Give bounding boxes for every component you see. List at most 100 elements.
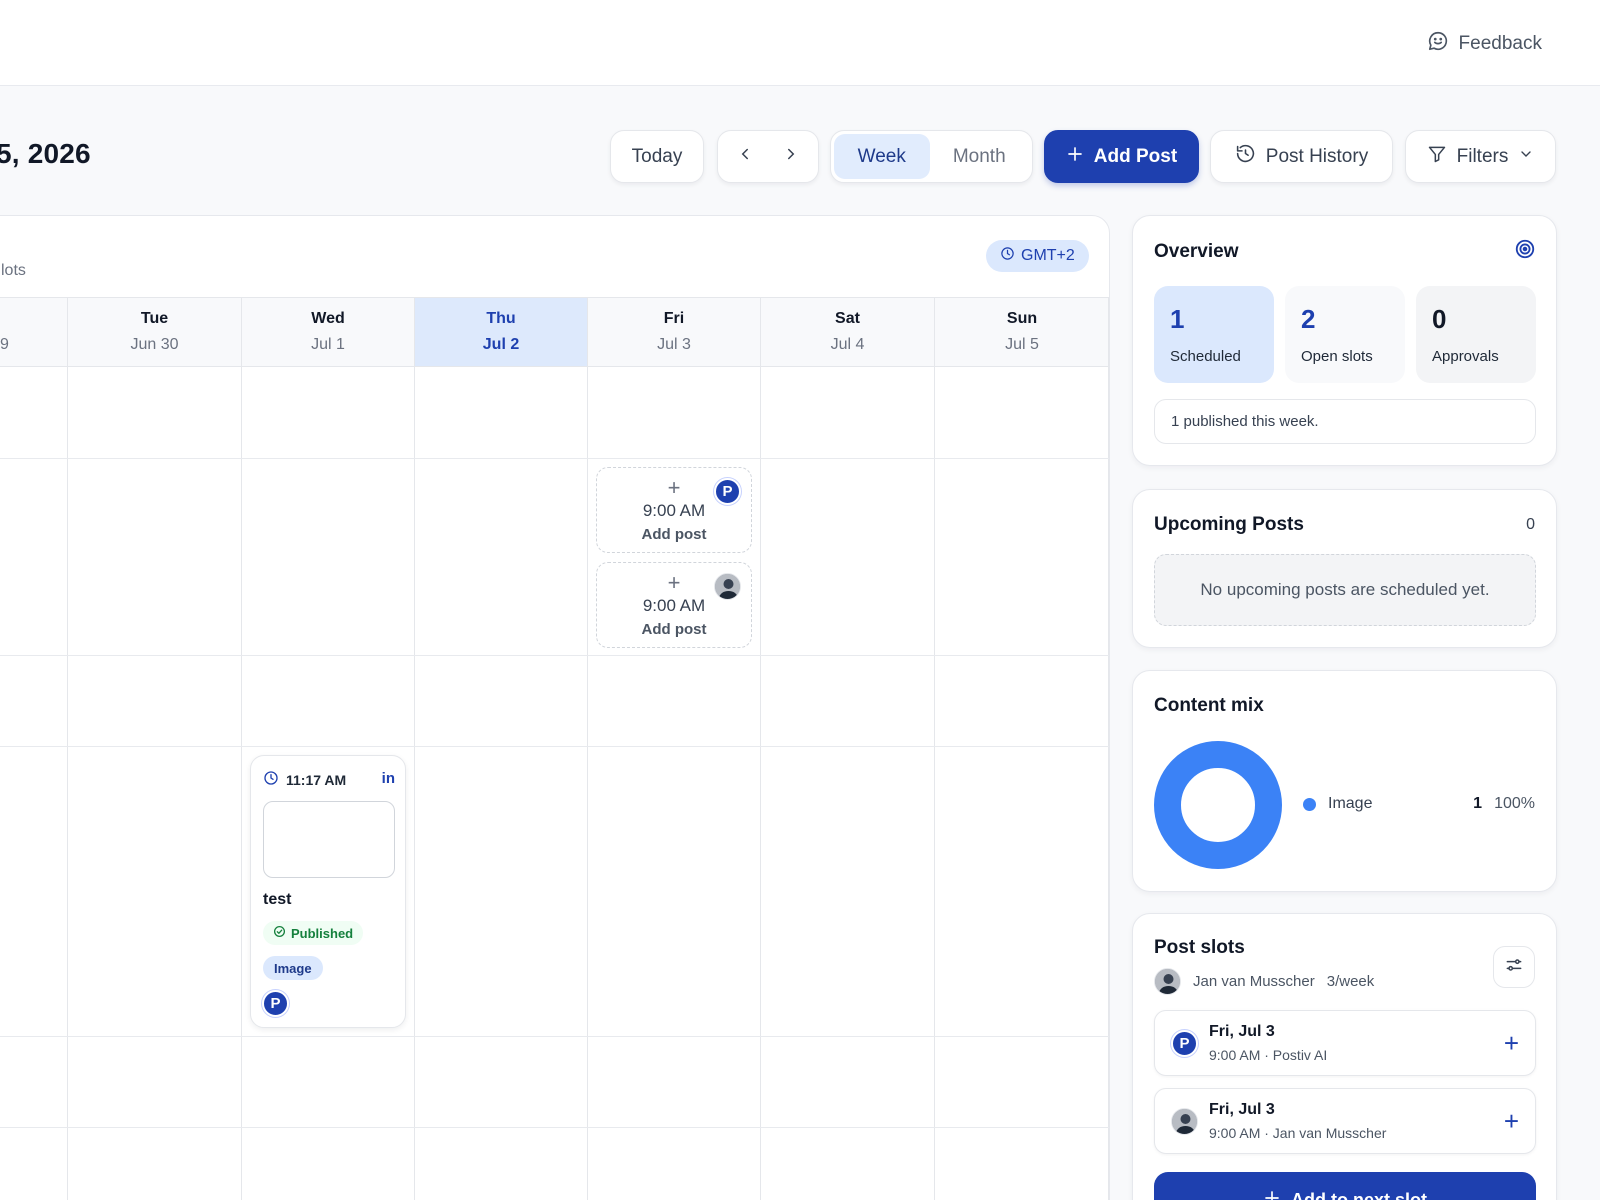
clock-icon xyxy=(263,770,279,789)
feedback-button[interactable]: Feedback xyxy=(1427,30,1542,58)
timezone-badge[interactable]: GMT+2 xyxy=(986,240,1089,272)
day-header-fri: Fri Jul 3 xyxy=(588,297,760,367)
stat-value: 0 xyxy=(1432,304,1447,334)
day-header-sat: Sat Jul 4 xyxy=(761,297,934,367)
add-to-next-slot-button[interactable]: Add to next slot xyxy=(1154,1172,1536,1200)
stat-approvals[interactable]: 0 Approvals xyxy=(1416,286,1536,383)
clock-icon xyxy=(1000,246,1015,266)
grid-line xyxy=(0,1127,1109,1128)
post-thumbnail xyxy=(263,801,395,878)
tab-month[interactable]: Month xyxy=(930,134,1029,179)
content-type-tag: Image xyxy=(263,956,323,980)
day-header-wed: Wed Jul 1 xyxy=(242,297,414,367)
day-date: Jul 4 xyxy=(830,336,865,353)
timezone-label: GMT+2 xyxy=(1021,247,1075,264)
grid-line xyxy=(0,458,1109,459)
grid-line xyxy=(241,297,242,1200)
day-header-tue: Tue Jun 30 xyxy=(68,297,241,367)
donut-slice-image xyxy=(1154,741,1282,869)
stat-value: 2 xyxy=(1301,304,1316,334)
post-time: 11:17 AM xyxy=(263,770,346,789)
add-post-button[interactable]: Add Post xyxy=(1044,130,1199,183)
slot-settings-button[interactable] xyxy=(1493,946,1535,988)
legend-swatch xyxy=(1303,797,1316,811)
plus-icon: + xyxy=(667,474,681,500)
account-avatar: P xyxy=(262,990,289,1017)
plus-icon[interactable]: + xyxy=(1504,1108,1519,1134)
grid-line xyxy=(0,655,1109,656)
post-slot-item[interactable]: Fri, Jul 3 9:00 AM · Jan van Musscher + xyxy=(1154,1088,1536,1154)
chevron-right-icon[interactable] xyxy=(782,145,800,169)
stat-scheduled[interactable]: 1 Scheduled xyxy=(1154,286,1274,383)
legend-count: 1 xyxy=(1473,795,1483,812)
filters-button[interactable]: Filters xyxy=(1405,130,1556,183)
day-name: Tue xyxy=(140,310,169,327)
grid-line xyxy=(1108,297,1109,1200)
plus-icon: + xyxy=(667,569,681,595)
week-navigation xyxy=(717,130,819,183)
legend-item: Image 1 100% xyxy=(1303,795,1535,813)
empty-state: No upcoming posts are scheduled yet. xyxy=(1154,554,1536,626)
legend-percent: 100% xyxy=(1494,795,1535,812)
slots-caption: lots xyxy=(1,262,26,279)
slot-label: Add post xyxy=(641,620,707,638)
grid-line xyxy=(0,746,1109,747)
add-post-label: Add Post xyxy=(1093,145,1178,167)
plus-icon xyxy=(1263,1189,1281,1200)
post-history-label: Post History xyxy=(1265,145,1369,167)
stat-value: 1 xyxy=(1170,304,1185,334)
filters-label: Filters xyxy=(1456,145,1509,167)
filter-icon xyxy=(1427,144,1447,170)
plus-icon[interactable]: + xyxy=(1504,1030,1519,1056)
post-slot-item[interactable]: P Fri, Jul 3 9:00 AM · Postiv AI + xyxy=(1154,1010,1536,1076)
view-toggle: Week Month xyxy=(830,130,1033,183)
upcoming-count: 0 xyxy=(1526,516,1535,533)
overview-title: Overview xyxy=(1154,241,1239,262)
slot-label: Add post xyxy=(641,525,707,543)
target-icon[interactable] xyxy=(1514,238,1536,265)
chevron-left-icon[interactable] xyxy=(736,145,754,169)
stat-open-slots[interactable]: 2 Open slots xyxy=(1285,286,1405,383)
day-name: Thu xyxy=(486,310,516,327)
slot-day: Fri, Jul 3 xyxy=(1209,1023,1275,1040)
slot-day: Fri, Jul 3 xyxy=(1209,1101,1275,1118)
day-date: Jul 1 xyxy=(311,336,345,353)
legend-label: Image xyxy=(1328,795,1373,812)
post-time-label: 11:17 AM xyxy=(286,771,347,788)
user-avatar xyxy=(1154,968,1181,995)
grid-line xyxy=(587,297,588,1200)
account-avatar: P xyxy=(714,478,741,505)
day-name: Sat xyxy=(835,310,860,327)
open-slot[interactable]: + 9:00 AM Add post xyxy=(596,562,752,648)
today-button[interactable]: Today xyxy=(610,130,704,183)
weekly-summary: 1 published this week. xyxy=(1154,399,1536,444)
overview-card: Overview 1 Scheduled 2 Open slots 0 Appr… xyxy=(1132,215,1557,466)
check-circle-icon xyxy=(273,925,286,941)
open-slot[interactable]: + 9:00 AM Add post P xyxy=(596,467,752,553)
content-mix-card: Content mix Image 1 100% xyxy=(1132,670,1557,892)
day-date: Jun 30 xyxy=(130,336,179,353)
post-history-button[interactable]: Post History xyxy=(1210,130,1393,183)
day-name: Wed xyxy=(311,310,345,327)
stat-label: Scheduled xyxy=(1170,348,1241,365)
day-header-sun: Sun Jul 5 xyxy=(935,297,1109,367)
slot-detail: 9:00 AM · Postiv AI xyxy=(1209,1047,1328,1063)
history-icon xyxy=(1235,143,1256,170)
grid-line xyxy=(760,297,761,1200)
grid-line xyxy=(67,297,68,1200)
post-slots-title: Post slots xyxy=(1154,937,1245,958)
user-avatar xyxy=(1171,1108,1198,1135)
day-name: Fri xyxy=(663,310,685,327)
linkedin-icon: in xyxy=(381,770,395,787)
feedback-label: Feedback xyxy=(1458,33,1542,54)
post-title: test xyxy=(263,891,292,908)
upcoming-posts-card: Upcoming Posts 0 No upcoming posts are s… xyxy=(1132,489,1557,648)
tab-week[interactable]: Week xyxy=(834,134,930,179)
day-name: Sun xyxy=(1006,310,1038,327)
post-card[interactable]: 11:17 AM in test Published Image P xyxy=(250,755,406,1028)
user-avatar xyxy=(714,573,741,600)
stat-label: Approvals xyxy=(1432,348,1499,365)
post-slots-card: Post slots Jan van Musscher 3/week P Fri… xyxy=(1132,913,1557,1200)
day-date: 9 xyxy=(0,336,9,353)
status-badge: Published xyxy=(263,921,364,945)
